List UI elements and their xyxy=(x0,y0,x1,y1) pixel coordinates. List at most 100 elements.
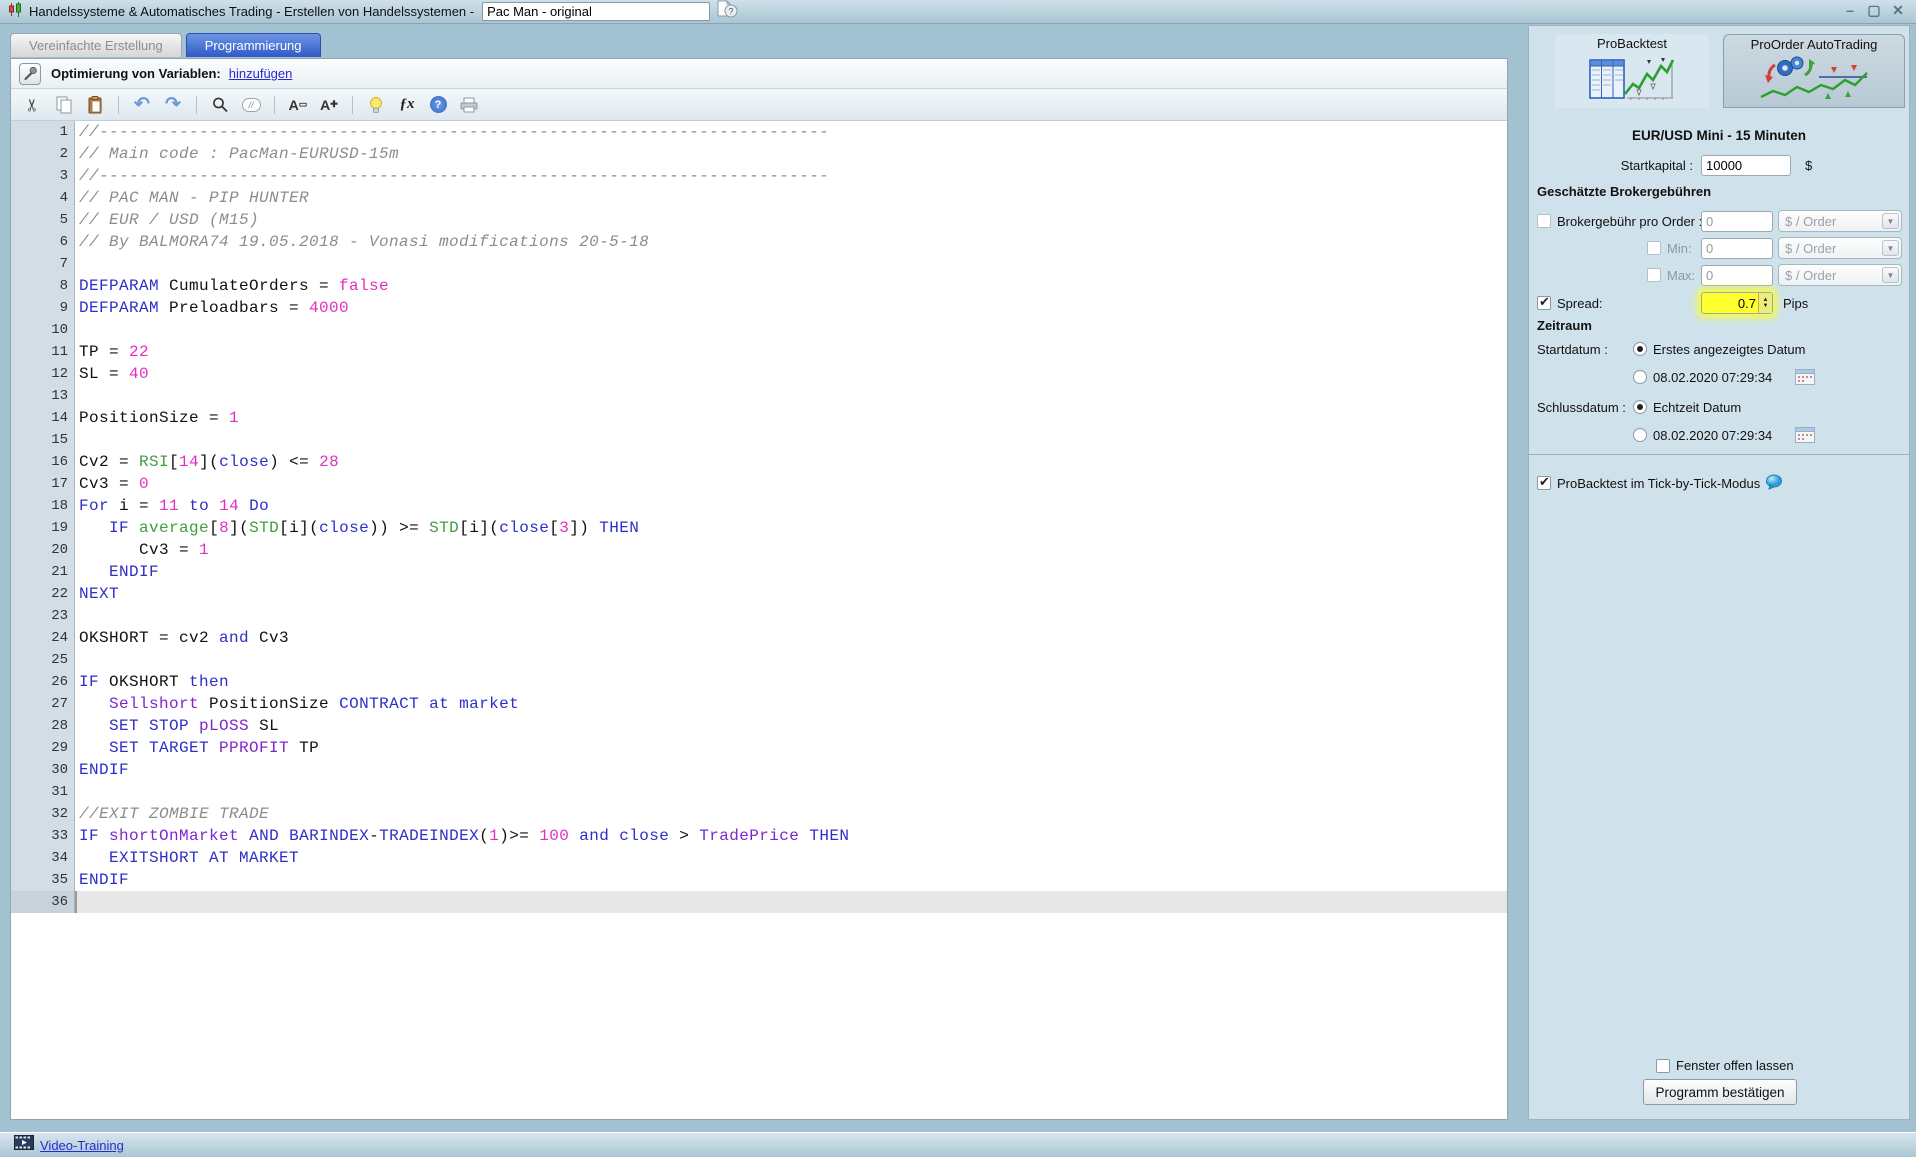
code-line[interactable]: 30 ENDIF xyxy=(11,759,1507,781)
code-line[interactable]: 31 xyxy=(11,781,1507,803)
line-number: 31 xyxy=(11,781,75,803)
code-line[interactable]: 4// PAC MAN - PIP HUNTER xyxy=(11,187,1507,209)
code-line-text: IF average[8](STD[i](close)) >= STD[i](c… xyxy=(109,519,640,537)
code-line[interactable]: 14 PositionSize = 1 xyxy=(11,407,1507,429)
code-line[interactable]: 21 ENDIF xyxy=(11,561,1507,583)
code-line[interactable]: 33 IF shortOnMarket AND BARINDEX-TRADEIND… xyxy=(11,825,1507,847)
code-line[interactable]: 15 xyxy=(11,429,1507,451)
help-icon[interactable]: ? xyxy=(426,93,450,117)
document-help-icon[interactable]: ? xyxy=(716,0,738,23)
code-line[interactable]: 20 Cv3 = 1 xyxy=(11,539,1507,561)
max-unit-select[interactable]: $ / Order ▼ xyxy=(1778,264,1902,286)
comment-icon[interactable]: // xyxy=(239,93,263,117)
copy-icon[interactable] xyxy=(52,93,76,117)
minimize-button[interactable]: – xyxy=(1842,2,1858,19)
code-line[interactable]: 7 xyxy=(11,253,1507,275)
code-line[interactable]: 17 Cv3 = 0 xyxy=(11,473,1507,495)
code-line-text xyxy=(75,253,1507,275)
panel-divider xyxy=(1529,454,1909,455)
code-line[interactable]: 8 DEFPARAM CumulateOrders = false xyxy=(11,275,1507,297)
spread-value-input[interactable] xyxy=(1702,295,1758,311)
code-line[interactable]: 19 IF average[8](STD[i](close)) >= STD[i… xyxy=(11,517,1507,539)
system-name-input[interactable] xyxy=(482,2,711,21)
calendar-icon[interactable] xyxy=(1795,427,1815,446)
keep-open-checkbox[interactable] xyxy=(1656,1058,1670,1073)
spread-checkbox[interactable] xyxy=(1537,294,1551,310)
line-number: 1 xyxy=(11,121,75,143)
start-custom-date-radio[interactable] xyxy=(1633,370,1647,384)
code-line[interactable]: 26 IF OKSHORT then xyxy=(11,671,1507,693)
end-realtime-radio[interactable] xyxy=(1633,400,1647,414)
code-line[interactable]: 2// Main code : PacMan-EURUSD-15m xyxy=(11,143,1507,165)
tab-programmierung[interactable]: Programmierung xyxy=(185,33,321,57)
startkapital-input[interactable] xyxy=(1701,154,1791,176)
code-editor[interactable]: 1//-------------------------------------… xyxy=(11,121,1507,1119)
per-order-checkbox[interactable] xyxy=(1537,214,1551,228)
code-line[interactable]: 9 DEFPARAM Preloadbars = 4000 xyxy=(11,297,1507,319)
tab-proorder-autotrading[interactable]: ProOrder AutoTrading xyxy=(1723,34,1905,108)
code-line[interactable]: 35 ENDIF xyxy=(11,869,1507,891)
code-line-text xyxy=(75,319,1507,341)
confirm-program-button[interactable]: Programm bestätigen xyxy=(1643,1079,1797,1105)
min-value-input[interactable] xyxy=(1701,237,1773,259)
code-line[interactable]: 34 EXITSHORT AT MARKET xyxy=(11,847,1507,869)
code-line[interactable]: 12 SL = 40 xyxy=(11,363,1507,385)
code-line[interactable]: 11 TP = 22 xyxy=(11,341,1507,363)
wrench-icon[interactable] xyxy=(19,62,41,85)
code-line-text: TP = 22 xyxy=(79,343,150,361)
undo-icon[interactable]: ↶ xyxy=(130,93,154,117)
line-number: 28 xyxy=(11,715,75,737)
code-line[interactable]: 27 Sellshort PositionSize CONTRACT at ma… xyxy=(11,693,1507,715)
close-button[interactable]: ✕ xyxy=(1890,2,1906,19)
code-line[interactable]: 32//EXIT ZOMBIE TRADE xyxy=(11,803,1507,825)
start-first-date-radio[interactable] xyxy=(1633,342,1647,356)
code-line[interactable]: 36 xyxy=(11,891,1507,913)
redo-icon[interactable]: ↷ xyxy=(161,93,185,117)
paste-icon[interactable] xyxy=(83,93,107,117)
code-line[interactable]: 28 SET STOP pLOSS SL xyxy=(11,715,1507,737)
code-line[interactable]: 24 OKSHORT = cv2 and Cv3 xyxy=(11,627,1507,649)
insert-function-icon[interactable]: ƒx xyxy=(395,93,419,117)
font-decrease-icon[interactable]: A ▭ xyxy=(286,93,310,117)
code-line[interactable]: 25 xyxy=(11,649,1507,671)
chevron-down-icon[interactable]: ▼ xyxy=(1882,267,1899,283)
code-line[interactable]: 22 NEXT xyxy=(11,583,1507,605)
tickmode-checkbox[interactable] xyxy=(1537,474,1551,490)
code-line[interactable]: 1//-------------------------------------… xyxy=(11,121,1507,143)
code-line-text: IF OKSHORT then xyxy=(79,673,230,691)
maximize-button[interactable]: ▢ xyxy=(1866,2,1882,19)
per-order-value-input[interactable] xyxy=(1701,210,1773,232)
max-checkbox[interactable] xyxy=(1647,268,1661,282)
min-checkbox[interactable] xyxy=(1647,241,1661,255)
code-line[interactable]: 18 For i = 11 to 14 Do xyxy=(11,495,1507,517)
calendar-icon[interactable] xyxy=(1795,369,1815,388)
cut-icon[interactable]: ✂ xyxy=(21,93,45,117)
line-number: 26 xyxy=(11,671,75,693)
font-increase-icon[interactable]: A ✚ xyxy=(317,93,341,117)
per-order-unit-select[interactable]: $ / Order ▼ xyxy=(1778,210,1902,232)
code-line-text xyxy=(75,429,1507,451)
lightbulb-icon[interactable] xyxy=(364,93,388,117)
max-value-input[interactable] xyxy=(1701,264,1773,286)
code-line[interactable]: 13 xyxy=(11,385,1507,407)
end-custom-date-radio[interactable] xyxy=(1633,428,1647,442)
chevron-down-icon[interactable]: ▼ xyxy=(1882,213,1899,229)
search-icon[interactable] xyxy=(208,93,232,117)
spread-stepper[interactable]: ▲ ▼ xyxy=(1758,293,1772,313)
code-line[interactable]: 5// EUR / USD (M15) xyxy=(11,209,1507,231)
code-line[interactable]: 10 xyxy=(11,319,1507,341)
code-line[interactable]: 16 Cv2 = RSI[14](close) <= 28 xyxy=(11,451,1507,473)
code-line[interactable]: 3//-------------------------------------… xyxy=(11,165,1507,187)
code-line[interactable]: 23 xyxy=(11,605,1507,627)
print-icon[interactable] xyxy=(457,93,481,117)
chevron-down-icon[interactable]: ▼ xyxy=(1882,240,1899,256)
min-unit-select[interactable]: $ / Order ▼ xyxy=(1778,237,1902,259)
tab-probacktest[interactable]: ProBacktest xyxy=(1555,34,1709,108)
tab-vereinfachte-erstellung[interactable]: Vereinfachte Erstellung xyxy=(10,33,182,57)
add-variable-link[interactable]: hinzufügen xyxy=(229,66,293,81)
min-unit-label: $ / Order xyxy=(1785,240,1837,256)
end-custom-date-label: 08.02.2020 07:29:34 xyxy=(1653,427,1773,443)
video-training-link[interactable]: Video-Training xyxy=(40,1138,124,1153)
code-line[interactable]: 29 SET TARGET PPROFIT TP xyxy=(11,737,1507,759)
code-line[interactable]: 6// By BALMORA74 19.05.2018 - Vonasi mod… xyxy=(11,231,1507,253)
